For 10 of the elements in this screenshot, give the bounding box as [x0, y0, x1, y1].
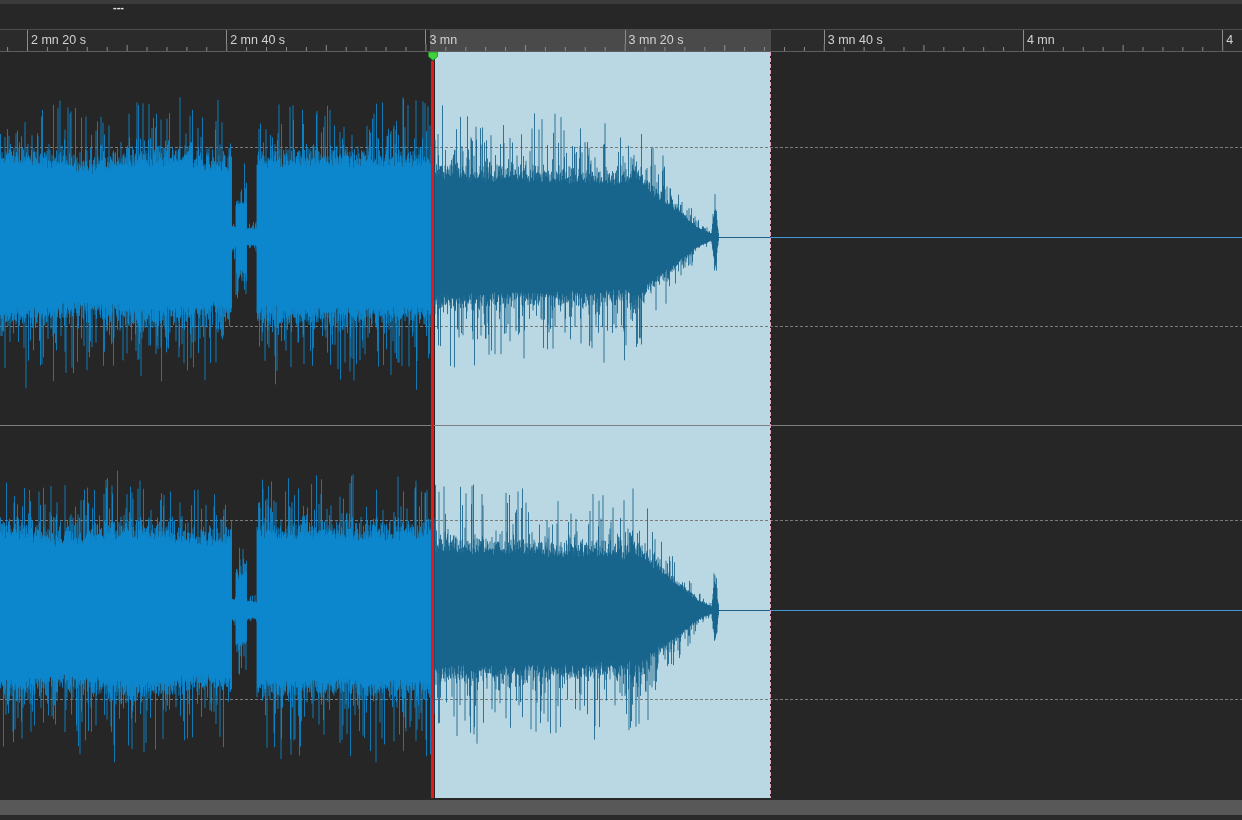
time-label: 4 — [1226, 33, 1234, 47]
marker-label: --- — [113, 2, 124, 12]
horizontal-scrollbar[interactable] — [0, 800, 1242, 815]
time-label: 3 mn 20 s — [628, 33, 684, 47]
selection-end-line[interactable] — [770, 52, 771, 798]
time-label: 3 mn 40 s — [827, 33, 883, 47]
time-label: 4 mn — [1026, 33, 1055, 47]
time-label: 2 mn 20 s — [31, 33, 86, 47]
time-label: 2 mn 40 s — [230, 33, 286, 47]
time-label: 3 mn — [429, 33, 458, 47]
